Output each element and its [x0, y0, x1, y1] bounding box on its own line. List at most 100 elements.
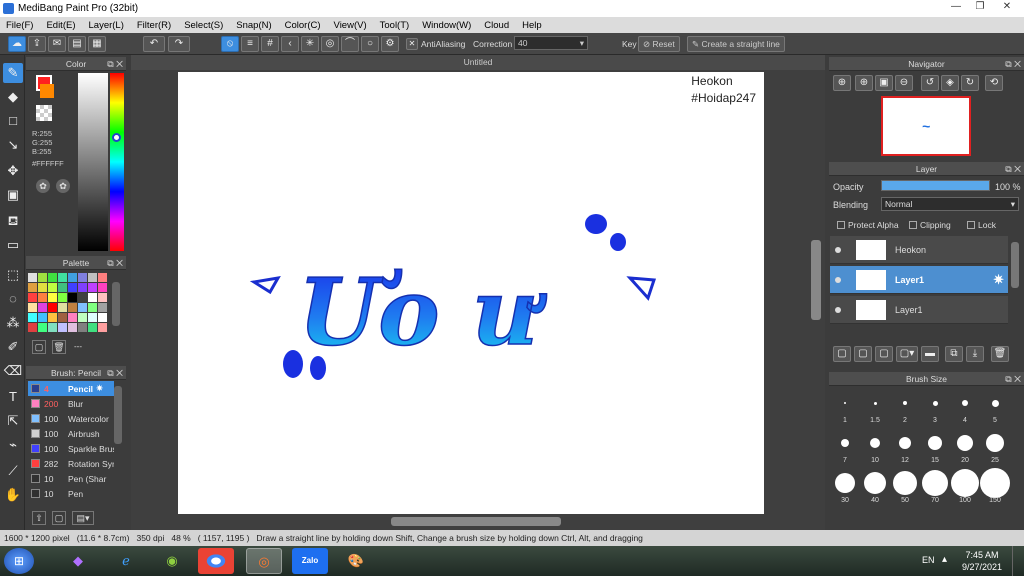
divide-tool-icon[interactable]: ⟋ [3, 461, 23, 481]
brush-size-dot[interactable] [991, 399, 999, 407]
undo-icon[interactable]: ↶ [143, 36, 165, 52]
brush-menu-icon[interactable]: ▤▾ [72, 511, 94, 525]
clipping-checkbox[interactable]: Clipping [909, 220, 951, 230]
circle-snap-icon[interactable]: ◎ [321, 36, 339, 52]
page-icon[interactable]: ▦ [88, 36, 106, 52]
palette-swatch[interactable] [28, 303, 37, 312]
hue-slider[interactable] [110, 73, 124, 251]
palette-swatch[interactable] [98, 293, 107, 302]
visibility-icon[interactable] [835, 247, 841, 253]
panel-close-icon[interactable]: ⧉ ✕ [1005, 372, 1021, 386]
straight-line-button[interactable]: ✎ Create a straight line [687, 36, 785, 52]
eraser-tool-icon[interactable]: ◆ [3, 87, 23, 107]
palette-swatch[interactable] [28, 283, 37, 292]
brush-size-dot[interactable] [844, 402, 846, 404]
antialiasing-checkbox[interactable]: ✕ [406, 38, 418, 50]
menu-filter[interactable]: Filter(R) [137, 20, 171, 31]
palette-swatch[interactable] [78, 283, 87, 292]
palette-swatch[interactable] [38, 323, 47, 332]
vertical-scrollbar[interactable] [811, 240, 821, 320]
brush-size-dot[interactable] [873, 401, 877, 405]
layer-options-icon[interactable]: ▢▾ [896, 346, 918, 362]
lasso-tool-icon[interactable]: ◌ [3, 289, 23, 309]
palette-swatch[interactable] [68, 323, 77, 332]
text-tool-icon[interactable]: T [3, 387, 23, 407]
brush-item[interactable]: 4 Pencil ✷ [28, 381, 114, 396]
parallel-snap-icon[interactable]: ≡ [241, 36, 259, 52]
gear-icon[interactable]: ✷ [96, 383, 103, 394]
folder-icon[interactable]: ▬ [921, 346, 939, 362]
visual-studio-icon[interactable]: ◆ [60, 548, 96, 574]
menu-cloud[interactable]: Cloud [484, 20, 509, 31]
brush-size-dot[interactable] [980, 468, 1010, 498]
palette-swatch[interactable] [28, 323, 37, 332]
panel-close-icon[interactable]: ⧉ ✕ [1005, 162, 1021, 176]
brush-size-dot[interactable] [870, 438, 880, 448]
select-pen-icon[interactable]: ✐ [3, 337, 23, 357]
menu-edit[interactable]: Edit(E) [46, 20, 75, 31]
palette-swatch[interactable] [88, 283, 97, 292]
palette-swatch[interactable] [48, 293, 57, 302]
brush-size-dot[interactable] [986, 434, 1004, 452]
palette-swatch[interactable] [58, 323, 67, 332]
palette-swatch[interactable] [98, 283, 107, 292]
lock-checkbox[interactable]: Lock [967, 220, 996, 230]
zalo-icon[interactable]: Zalo [292, 548, 328, 574]
color-wheel-icon[interactable]: ✿ [36, 179, 50, 193]
redo-icon[interactable]: ↷ [168, 36, 190, 52]
palette-swatch[interactable] [58, 293, 67, 302]
hue-handle[interactable] [112, 133, 121, 142]
trash-icon[interactable]: 🗑 [991, 346, 1009, 362]
zoom-fit-icon[interactable]: ⊕ [833, 75, 851, 91]
rect-tool-icon[interactable]: □ [3, 111, 23, 131]
palette-swatch[interactable] [88, 313, 97, 322]
palette-swatch[interactable] [68, 303, 77, 312]
palette-swatch[interactable] [38, 283, 47, 292]
horizontal-scrollbar[interactable] [391, 517, 561, 526]
brush-size-dot[interactable] [957, 435, 973, 451]
brush-item[interactable]: 10 Pen [28, 486, 114, 501]
magic-wand-icon[interactable]: ⁂ [3, 313, 23, 333]
layer-scrollbar[interactable] [1011, 242, 1019, 288]
close-button[interactable]: ✕ [994, 0, 1020, 14]
opacity-slider[interactable] [881, 180, 990, 191]
menu-window[interactable]: Window(W) [422, 20, 471, 31]
rotate-left-icon[interactable]: ↺ [921, 75, 939, 91]
select-eraser-icon[interactable]: ⌫ [3, 361, 23, 381]
palette-swatch[interactable] [88, 293, 97, 302]
bucket-tool-icon[interactable]: ⛾ [3, 211, 23, 231]
gradient-tool-icon[interactable]: ▭ [3, 235, 23, 255]
palette-swatch[interactable] [58, 313, 67, 322]
palette-swatch[interactable] [68, 293, 77, 302]
new-layer-icon[interactable]: ▢ [833, 346, 851, 362]
palette-swatch[interactable] [78, 273, 87, 282]
brush-size-dot[interactable] [932, 400, 938, 406]
correction-select[interactable]: 40 ▾ [514, 36, 588, 50]
coccoc-icon[interactable]: ◉ [154, 548, 190, 574]
zoom-out-icon[interactable]: ⊖ [895, 75, 913, 91]
palette-swatch[interactable] [98, 303, 107, 312]
reset-button[interactable]: ⊘ Reset [638, 36, 680, 52]
brush-size-dot[interactable] [899, 437, 911, 449]
document-tab[interactable]: Untitled [131, 55, 825, 70]
visibility-icon[interactable] [835, 307, 841, 313]
settings-gear-icon[interactable]: ⚙ [381, 36, 399, 52]
brush-size-dot[interactable] [835, 473, 855, 493]
select-tool-icon[interactable]: ⬚ [3, 265, 23, 285]
navigator-preview[interactable]: ~ [881, 96, 971, 156]
clock[interactable]: 7:45 AM 9/27/2021 [962, 549, 1002, 573]
perspective-snap-icon[interactable]: ‹ [281, 36, 299, 52]
duplicate-brush-icon[interactable]: ▢ [52, 511, 66, 525]
menu-help[interactable]: Help [522, 20, 542, 31]
protect-alpha-checkbox[interactable]: Protect Alpha [837, 220, 899, 230]
palette-swatch[interactable] [38, 293, 47, 302]
color-picker-icon[interactable]: ✿ [56, 179, 70, 193]
blur-tool-icon[interactable]: ↘ [3, 135, 23, 155]
brush-item[interactable]: 10 Pen (Shar [28, 471, 114, 486]
transparent-color-swatch[interactable] [36, 105, 52, 121]
drawing-canvas[interactable]: Heokon #Hoidap247 Ưo ư [178, 72, 764, 514]
cloud-icon[interactable]: ☁ [8, 36, 26, 52]
fill-rect-icon[interactable]: ▣ [3, 185, 23, 205]
palette-swatch[interactable] [38, 303, 47, 312]
brush-size-dot[interactable] [903, 401, 907, 405]
